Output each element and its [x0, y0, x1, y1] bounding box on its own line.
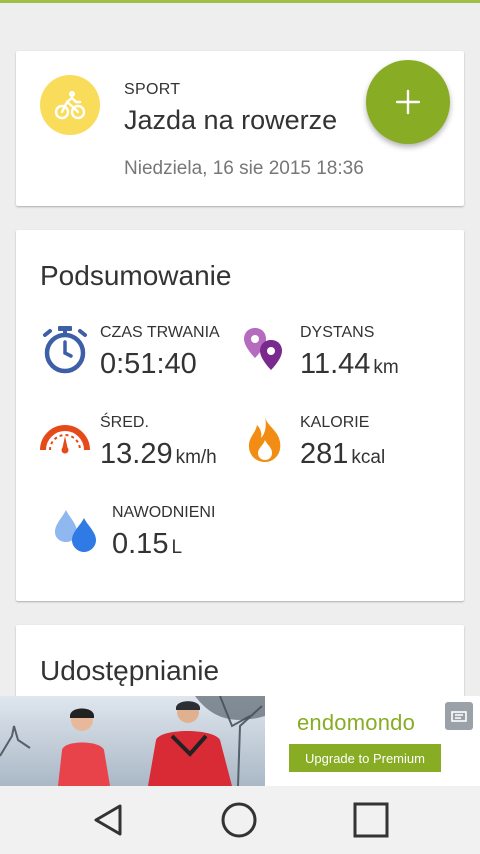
ad-close-icon[interactable]: [445, 702, 473, 730]
stat-number: 13.29: [100, 438, 173, 470]
stat-label: NAWODNIENI: [112, 504, 216, 521]
sport-name: Jazda na rowerze: [124, 105, 338, 135]
stat-value: 0:51:40: [100, 348, 197, 381]
stat-unit: L: [171, 537, 183, 558]
stat-unit: km/h: [175, 447, 217, 468]
stat-label: CZAS TRWANIA: [100, 324, 220, 341]
sport-kicker: SPORT: [124, 81, 181, 98]
top-accent-line: [0, 0, 480, 3]
stat-value: 0.15 L: [112, 528, 182, 561]
water-drops-icon: [55, 510, 96, 552]
workout-date: Niedziela, 16 sie 2015 18:36: [124, 158, 364, 179]
stat-unit: kcal: [351, 447, 386, 468]
summary-title: Podsumowanie: [40, 260, 232, 291]
recents-icon[interactable]: [351, 800, 391, 840]
back-icon[interactable]: [88, 800, 128, 840]
stat-unit: km: [373, 357, 399, 378]
speedometer-icon: [40, 425, 90, 454]
stat-number: 281: [300, 438, 349, 470]
system-navbar: [0, 786, 480, 854]
home-icon[interactable]: [219, 800, 259, 840]
stat-label: DYSTANS: [300, 324, 375, 341]
stat-number: 0.15: [112, 528, 169, 560]
map-pin-icon: [244, 328, 282, 370]
stat-label: KALORIE: [300, 414, 370, 431]
flame-icon: [248, 417, 281, 462]
stat-value: 13.29 km/h: [100, 438, 217, 471]
upgrade-button[interactable]: Upgrade to Premium: [289, 744, 441, 772]
add-button[interactable]: [366, 60, 450, 144]
stat-number: 11.44: [300, 348, 371, 380]
stopwatch-icon: [43, 326, 87, 374]
stat-value: 281 kcal: [300, 438, 385, 471]
share-title: Udostępnianie: [40, 655, 220, 686]
ad-banner[interactable]: endomondo Upgrade to Premium: [0, 696, 480, 786]
stat-label: ŚRED.: [100, 414, 149, 431]
bicycle-icon: [40, 75, 100, 135]
stat-value: 11.44 km: [300, 348, 399, 381]
endomondo-logo: endomondo: [297, 710, 416, 735]
stat-number: 0:51:40: [100, 348, 197, 380]
plus-icon: [395, 89, 421, 115]
summary-card: Podsumowanie CZAS TRWANIA 0:51:40 DYSTAN…: [16, 230, 464, 601]
ad-photo: [0, 696, 265, 786]
